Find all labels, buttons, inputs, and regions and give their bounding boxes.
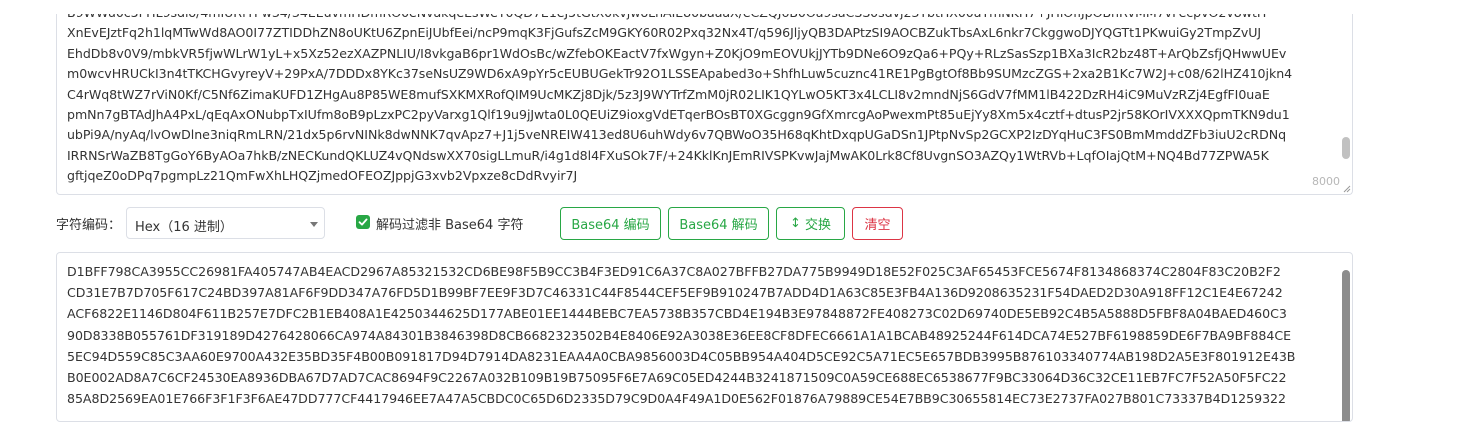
encode-button-label: Base64 编码 — [571, 218, 650, 233]
clear-button-label: 清空 — [864, 218, 891, 233]
output-text-line: B0E002AD8A7C6CF24530EA8936DBA67D7AD7CAC8… — [67, 370, 1287, 386]
input-text-line: IRRNSrWaZB8TgGoY6ByAOa7hkB/zNECKundQKLUZ… — [67, 147, 1269, 163]
chevron-down-icon — [310, 222, 318, 227]
swap-icon: ↕ — [790, 216, 801, 231]
input-text-line: gftjqeZ0oDPq7pgmpLz21QmFwXhLHQZjmedOFEOZ… — [67, 168, 578, 184]
output-scrollbar-thumb[interactable] — [1342, 270, 1350, 421]
input-scrollbar-thumb[interactable] — [1342, 137, 1350, 159]
checkmark-icon — [358, 218, 368, 226]
output-text-line: 5EC94D559C85C3AA60E9700A432E35BD35F4B00B… — [67, 348, 1296, 364]
base64-decode-button[interactable]: Base64 解码 — [668, 207, 769, 240]
output-text-line: 90D8338B055761DF319189D4276428066CA974A8… — [67, 327, 1291, 343]
encoding-select-value: Hex（16 进制） — [135, 220, 233, 235]
input-text-line: ubPi9A/nyAq/lvOwDlne3niqRmLRN/21dx5p6rvN… — [67, 127, 1287, 143]
input-text-line: EhdDb8v0V9/mbkVR5fjwWLrW1yL+x5Xz52ezXAZP… — [67, 45, 1287, 61]
input-text-line: pmNn7gBTAdJhA4PxL/qEqAxONubpTxIUfm8oB9pL… — [67, 107, 1290, 123]
input-text-line: XnEvEJztFq2h1lqMTwWd8AO0I77ZTIDDhZN8oUKt… — [67, 25, 1262, 41]
swap-button[interactable]: ↕ 交换 — [776, 207, 845, 240]
input-text-line: B9WWu0c5PHL9sdlo/4mIURfYPw34/34EEuvmHDmR… — [67, 14, 1336, 23]
output-text-line: D1BFF798CA3955CC26981FA405747AB4EACD2967… — [67, 264, 1281, 279]
clear-button[interactable]: 清空 — [852, 207, 903, 240]
hex-output-text: D1BFF798CA3955CC26981FA405747AB4EACD2967… — [67, 261, 1336, 409]
encoding-select[interactable]: Hex（16 进制） — [126, 207, 325, 239]
encoding-label: 字符编码： — [56, 218, 122, 233]
output-text-line: 85A8D2569EA01E766F3F1F3F6AE47DD777CF4417… — [67, 391, 1286, 407]
output-text-line: ACF6822E1146D804F611B257E7DFC2B1EB408A1E… — [67, 306, 1287, 322]
hex-output-textarea[interactable]: D1BFF798CA3955CC26981FA405747AB4EACD2967… — [56, 252, 1353, 422]
swap-button-label: 交换 — [804, 218, 831, 233]
base64-input-textarea[interactable]: B9WWu0c5PHL9sdlo/4mIURfYPw34/34EEuvmHDmR… — [56, 14, 1353, 195]
filter-checkbox[interactable] — [356, 215, 370, 229]
input-text-line: C4rWq8tWZ7rViN0Kf/C5Nf6ZimaKUFD1ZHgAu8P8… — [67, 86, 1270, 102]
filter-checkbox-label[interactable]: 解码过滤非 Base64 字符 — [376, 214, 523, 233]
resize-handle-icon[interactable] — [1343, 185, 1351, 193]
decode-button-label: Base64 解码 — [679, 218, 758, 233]
input-text-line: m0wcvHRUCkI3n4tTKCHGvyreyV+29PxA/7DDDx8Y… — [67, 66, 1293, 82]
output-text-line: CD31E7B7D705F617C24BD397A81AF6F9DD347A76… — [67, 285, 1283, 301]
base64-input-text: B9WWu0c5PHL9sdlo/4mIURfYPw34/34EEuvmHDmR… — [67, 14, 1336, 187]
base64-encode-button[interactable]: Base64 编码 — [560, 207, 661, 240]
char-counter: 8000 — [1312, 175, 1340, 188]
